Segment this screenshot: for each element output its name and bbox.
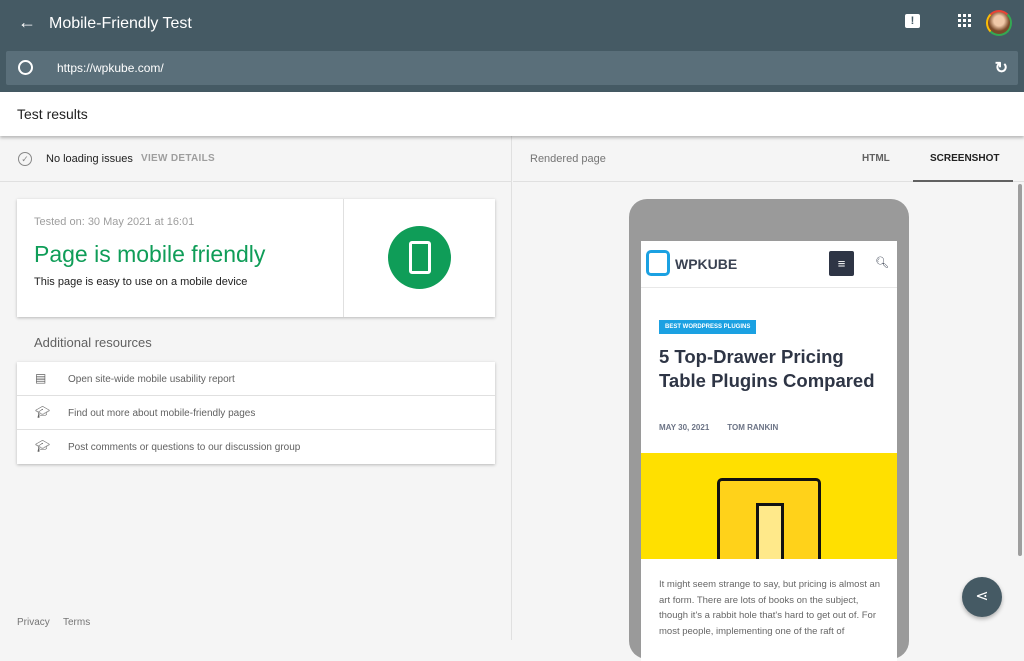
resource-label: Post comments or questions to our discus… xyxy=(68,442,301,453)
resource-label: Open site-wide mobile usability report xyxy=(68,374,235,385)
view-details-button[interactable]: VIEW DETAILS xyxy=(141,153,215,164)
article-title: 5 Top-Drawer Pricing Table Plugins Compa… xyxy=(659,346,875,391)
results-panel: ✓ No loading issues VIEW DETAILS Tested … xyxy=(0,136,512,640)
back-arrow-icon[interactable]: ← xyxy=(18,12,36,33)
page-title: Test results xyxy=(17,106,88,122)
article-date: MAY 30, 2021 xyxy=(659,423,710,432)
site-logo-text: WPKUBE xyxy=(675,256,738,272)
article-author: TOM RANKIN xyxy=(727,423,779,432)
rendered-panel: Rendered page HTML SCREENSHOT WPKUBE ≡ 🔍… xyxy=(513,136,1024,661)
app-header: ← Mobile-Friendly Test ! https://wpkube.… xyxy=(0,0,1024,92)
status-text: No loading issues xyxy=(46,153,133,165)
star-card-icon xyxy=(756,503,784,559)
search-icon: 🔍︎ xyxy=(875,257,889,269)
mobile-phone-icon xyxy=(388,226,451,289)
result-card: Tested on: 30 May 2021 at 16:01 Page is … xyxy=(17,199,495,317)
result-headline: Page is mobile friendly xyxy=(34,241,266,267)
tab-screenshot[interactable]: SCREENSHOT xyxy=(930,153,999,164)
share-button[interactable]: ⋖ xyxy=(962,577,1002,617)
url-bar[interactable]: https://wpkube.com/ ↻ xyxy=(6,51,1018,85)
feedback-icon[interactable]: ! xyxy=(905,14,920,28)
url-input[interactable]: https://wpkube.com/ xyxy=(57,61,164,75)
school-icon: 🎓︎ xyxy=(35,439,51,453)
result-subtext: This page is easy to use on a mobile dev… xyxy=(34,276,248,288)
active-tab-indicator xyxy=(913,180,1013,182)
article-body: It might seem strange to say, but pricin… xyxy=(659,579,881,637)
report-icon: ▤ xyxy=(35,371,47,385)
privacy-link[interactable]: Privacy xyxy=(17,617,50,628)
rendered-header: Rendered page HTML SCREENSHOT xyxy=(513,136,1024,182)
resource-item[interactable]: 🎓︎ Find out more about mobile-friendly pa… xyxy=(17,396,495,430)
globe-icon xyxy=(18,60,33,75)
apps-grid-icon[interactable] xyxy=(958,14,972,28)
page-screenshot: WPKUBE ≡ 🔍︎ BEST WORDPRESS PLUGINS 5 Top… xyxy=(641,241,897,661)
divider xyxy=(343,199,344,317)
tested-on: Tested on: 30 May 2021 at 16:01 xyxy=(34,216,195,228)
wpkube-logo-icon xyxy=(646,250,670,276)
app-title: Mobile-Friendly Test xyxy=(49,15,192,32)
resource-label: Find out more about mobile-friendly page… xyxy=(68,408,256,419)
resource-item[interactable]: ▤ Open site-wide mobile usability report xyxy=(17,362,495,396)
scrollbar[interactable] xyxy=(1018,184,1022,556)
loading-status: ✓ No loading issues VIEW DETAILS xyxy=(0,136,511,182)
resource-item[interactable]: 🎓︎ Post comments or questions to our disc… xyxy=(17,430,495,464)
category-badge: BEST WORDPRESS PLUGINS xyxy=(659,320,757,334)
check-circle-icon: ✓ xyxy=(18,152,32,166)
article-meta: MAY 30, 2021 TOM RANKIN xyxy=(659,423,778,432)
hamburger-menu-icon: ≡ xyxy=(829,251,854,276)
share-icon: ⋖ xyxy=(975,588,989,605)
hero-image xyxy=(641,453,897,559)
phone-frame: WPKUBE ≡ 🔍︎ BEST WORDPRESS PLUGINS 5 Top… xyxy=(629,199,909,661)
tab-html[interactable]: HTML xyxy=(862,153,890,164)
reload-icon[interactable]: ↻ xyxy=(995,58,1008,78)
site-header: WPKUBE ≡ 🔍︎ xyxy=(641,241,897,288)
terms-link[interactable]: Terms xyxy=(63,617,90,628)
rendered-page-label: Rendered page xyxy=(530,153,606,165)
results-bar: Test results xyxy=(0,92,1024,136)
resources-list: ▤ Open site-wide mobile usability report … xyxy=(17,362,495,464)
additional-resources-title: Additional resources xyxy=(34,335,152,350)
school-icon: 🎓︎ xyxy=(35,405,51,419)
avatar[interactable] xyxy=(986,10,1012,36)
